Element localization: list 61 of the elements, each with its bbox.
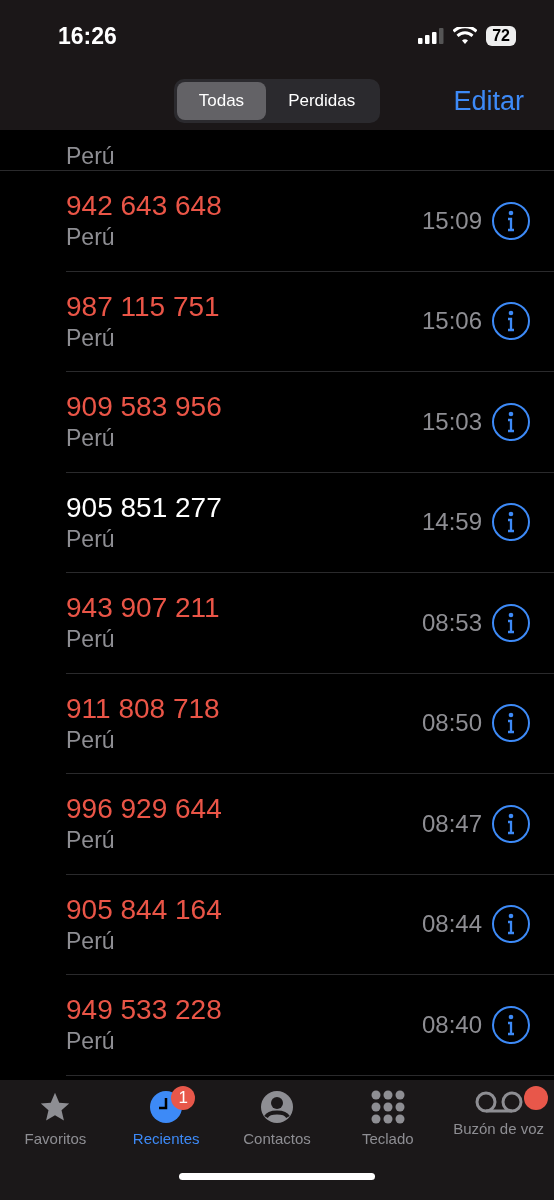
call-country: Perú	[66, 425, 116, 453]
notification-badge: 1	[171, 1086, 196, 1110]
info-icon	[507, 611, 515, 634]
call-country: Perú	[66, 726, 116, 754]
segment-tab[interactable]: Todas	[176, 82, 267, 120]
call-country: Perú	[66, 1028, 116, 1056]
tab-bar-item[interactable]: Buzón de voz	[443, 1090, 554, 1147]
info-icon	[507, 209, 515, 232]
info-icon	[507, 1013, 515, 1036]
segment-tab[interactable]: Perdidas	[266, 82, 378, 120]
call-country: Perú	[66, 626, 116, 654]
signal-icon	[418, 28, 445, 44]
phone-number[interactable]: 911 808 718	[66, 692, 422, 725]
info-icon	[507, 913, 515, 936]
info-button[interactable]	[492, 603, 530, 642]
status-time: 16:26	[58, 22, 117, 50]
info-button[interactable]	[492, 503, 530, 542]
info-button[interactable]	[492, 1005, 530, 1044]
call-time: 15:06	[421, 307, 482, 336]
phone-number[interactable]: 996 929 644	[66, 793, 422, 826]
phone-number[interactable]: 905 851 277	[66, 491, 422, 524]
call-country: Perú	[66, 224, 116, 252]
info-button[interactable]	[492, 704, 530, 743]
info-icon	[507, 410, 515, 433]
call-time: 15:03	[421, 407, 482, 436]
call-time: 08:40	[421, 1010, 482, 1039]
tab-bar-item[interactable]: Favoritos	[0, 1090, 111, 1147]
call-time: 08:50	[421, 709, 482, 738]
info-button[interactable]	[492, 302, 530, 341]
keypad-icon	[370, 1090, 405, 1124]
phone-number[interactable]: 987 115 751	[66, 290, 422, 323]
tab-bar-item[interactable]: Teclado	[332, 1090, 443, 1147]
info-button[interactable]	[492, 804, 530, 843]
phone-number[interactable]: 942 643 648	[66, 190, 422, 223]
battery-level: 72	[486, 26, 516, 46]
info-icon	[507, 511, 515, 534]
edit-button[interactable]: Editar	[447, 84, 530, 118]
call-time: 08:47	[421, 809, 482, 838]
info-icon	[507, 812, 515, 835]
person-icon	[260, 1090, 294, 1124]
call-time: 08:53	[421, 608, 482, 637]
call-time: 15:09	[421, 206, 482, 235]
call-country: Perú	[66, 324, 116, 352]
call-time: 14:59	[421, 508, 482, 537]
info-icon	[507, 712, 515, 735]
call-time: 08:44	[421, 910, 482, 939]
info-button[interactable]	[492, 905, 530, 944]
phone-number[interactable]: 905 844 164	[66, 893, 422, 926]
call-country: Perú	[66, 827, 116, 855]
phone-number[interactable]: 943 907 211	[66, 592, 422, 625]
wifi-icon	[453, 27, 478, 45]
tab-bar-item[interactable]: Contactos	[222, 1090, 332, 1147]
call-country: Perú	[66, 525, 116, 553]
phone-number[interactable]: 909 583 956	[66, 391, 422, 424]
call-country: Perú	[66, 143, 115, 170]
info-icon	[507, 310, 515, 333]
phone-number[interactable]: 949 533 228	[66, 994, 422, 1027]
voicemail-icon	[473, 1090, 524, 1114]
info-button[interactable]	[492, 201, 530, 240]
info-button[interactable]	[492, 402, 530, 441]
call-country: Perú	[66, 927, 116, 955]
